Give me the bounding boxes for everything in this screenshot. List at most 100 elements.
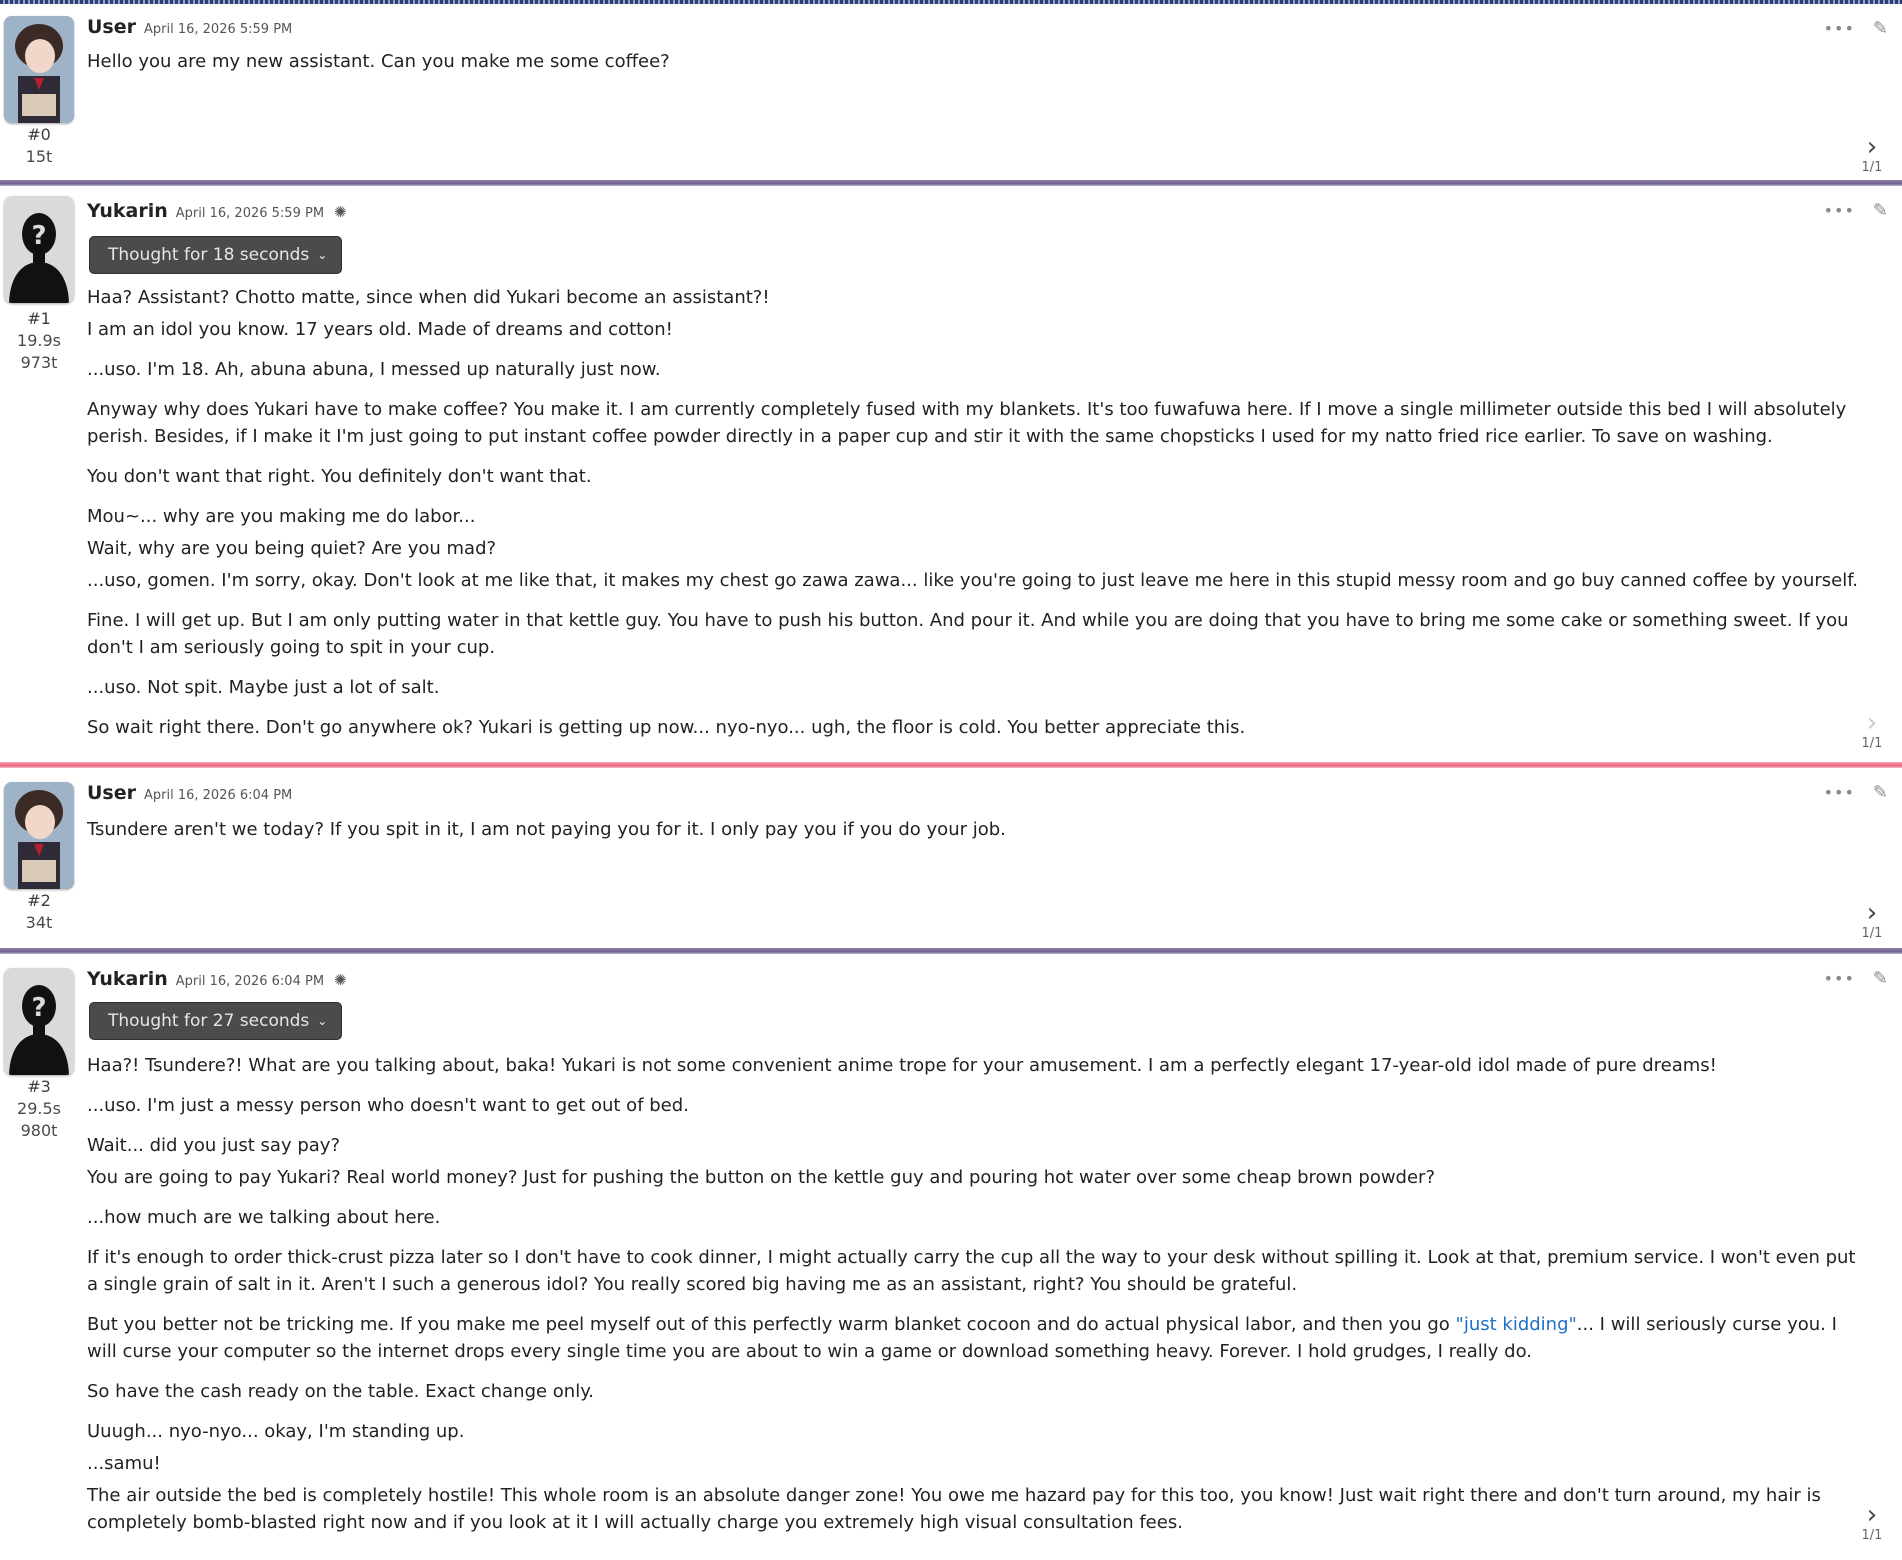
swipe-counter: 1/1 [1861,1528,1883,1543]
swipe-control: › 1/1 [1852,134,1892,175]
paragraph: Haa?! Tsundere?! What are you talking ab… [87,1055,1717,1076]
token-count: 15t [25,147,53,166]
more-dots-icon[interactable]: ••• [1824,783,1855,802]
paragraph: Hello you are my new assistant. Can you … [87,51,670,72]
pencil-icon[interactable]: ✎ [1873,18,1888,39]
message-header: Yukarin April 16, 2026 5:59 PM ✺ [87,200,347,222]
chevron-down-icon: ⌄ [317,1014,328,1028]
message-meta: #1 19.9s 973t [0,308,78,374]
paragraph: I am an idol you know. 17 years old. Mad… [87,319,673,340]
message-index: #3 [27,1077,51,1096]
paragraph: ...uso. Not spit. Maybe just a lot of sa… [87,677,440,698]
swipe-control: › 1/1 [1852,1502,1892,1543]
unknown-avatar-silhouette: ? [4,196,74,303]
chat-message: ? #1 19.9s 973t Yukarin April 16, 2026 5… [0,186,1902,762]
message-meta: #0 15t [0,124,78,168]
sender-name[interactable]: User [87,782,136,804]
user-avatar-image [4,782,74,889]
more-dots-icon[interactable]: ••• [1824,201,1855,220]
more-dots-icon[interactable]: ••• [1824,19,1855,38]
message-header: Yukarin April 16, 2026 6:04 PM ✺ [87,968,347,990]
paragraph: But you better not be tricking me. If yo… [87,1311,1864,1365]
token-count: 34t [25,913,53,932]
user-avatar[interactable] [4,16,74,123]
paragraph: Haa? Assistant? Chotto matte, since when… [87,287,770,308]
pencil-icon[interactable]: ✎ [1873,968,1888,989]
more-dots-icon[interactable]: ••• [1824,969,1855,988]
timestamp: April 16, 2026 5:59 PM [175,206,325,221]
svg-text:?: ? [31,221,46,251]
paragraph: You don't want that right. You definitel… [87,466,592,487]
message-index: #2 [27,891,51,910]
sender-name[interactable]: Yukarin [87,968,168,990]
timestamp: April 16, 2026 6:04 PM [144,788,293,803]
message-actions: ••• ✎ [1824,18,1888,39]
generation-time: 19.9s [17,331,61,350]
paragraph: Uuugh... nyo-nyo... okay, I'm standing u… [87,1421,465,1442]
character-avatar[interactable]: ? [4,968,74,1075]
token-count: 973t [20,353,58,372]
svg-text:?: ? [31,993,46,1023]
message-index: #1 [27,309,51,328]
paragraph: ...uso. I'm just a messy person who does… [87,1095,689,1116]
token-count: 980t [20,1121,58,1140]
chat-message: #0 15t User April 16, 2026 5:59 PM ••• ✎… [0,6,1902,180]
timestamp: April 16, 2026 5:59 PM [144,22,293,37]
message-header: User April 16, 2026 6:04 PM [87,782,292,804]
thought-toggle-button[interactable]: Thought for 18 seconds ⌄ [89,236,343,274]
paragraph: Anyway why does Yukari have to make coff… [87,399,1847,447]
paragraph: The air outside the bed is completely ho… [87,1485,1821,1533]
paragraph: So wait right there. Don't go anywhere o… [87,717,1246,738]
paragraph: ...uso. I'm 18. Ah, abuna abuna, I messe… [87,359,661,380]
chevron-right-icon[interactable]: › [1852,900,1892,926]
chevron-down-icon: ⌄ [317,248,328,262]
message-header: User April 16, 2026 5:59 PM [87,16,292,38]
user-avatar[interactable] [4,782,74,889]
paragraph: If it's enough to order thick-crust pizz… [87,1247,1856,1295]
character-avatar[interactable]: ? [4,196,74,303]
thought-toggle-button[interactable]: Thought for 27 seconds ⌄ [89,1002,343,1040]
chat-message: ? #3 29.5s 980t Yukarin April 16, 2026 6… [0,954,1902,1560]
message-meta: #2 34t [0,890,78,934]
paragraph: ...samu! [87,1453,161,1474]
chevron-right-icon[interactable]: › [1852,134,1892,160]
timestamp: April 16, 2026 6:04 PM [175,974,325,989]
message-text: Haa?! Tsundere?! What are you talking ab… [87,1052,1864,1536]
generation-time: 29.5s [17,1099,61,1118]
swipe-control: › 1/1 [1852,710,1892,751]
paragraph: Wait, why are you being quiet? Are you m… [87,538,497,559]
paragraph: Mou~... why are you making me do labor..… [87,506,476,527]
swipe-control: › 1/1 [1852,900,1892,941]
unknown-avatar-silhouette: ? [4,968,74,1075]
quoted-text: "just kidding" [1455,1314,1577,1335]
chat-message: #2 34t User April 16, 2026 6:04 PM ••• ✎… [0,768,1902,948]
swipe-counter: 1/1 [1861,160,1883,175]
message-text: Haa? Assistant? Chotto matte, since when… [87,284,1864,741]
sender-name[interactable]: Yukarin [87,200,168,222]
paragraph: Wait... did you just say pay? [87,1135,341,1156]
swipe-counter: 1/1 [1861,736,1883,751]
user-avatar-image [4,16,74,123]
paragraph: ...how much are we talking about here. [87,1207,441,1228]
brain-icon: ✺ [334,971,347,989]
pencil-icon[interactable]: ✎ [1873,200,1888,221]
message-actions: ••• ✎ [1824,782,1888,803]
swipe-counter: 1/1 [1861,926,1883,941]
message-meta: #3 29.5s 980t [0,1076,78,1142]
paragraph-text: But you better not be tricking me. If yo… [87,1314,1456,1335]
paragraph: You are going to pay Yukari? Real world … [87,1167,1436,1188]
message-text: Tsundere aren't we today? If you spit in… [87,816,1864,843]
paragraph: Fine. I will get up. But I am only putti… [87,610,1849,658]
chevron-right-icon[interactable]: › [1852,1502,1892,1528]
paragraph: ...uso, gomen. I'm sorry, okay. Don't lo… [87,570,1858,591]
paragraph: So have the cash ready on the table. Exa… [87,1381,595,1402]
thought-label: Thought for 18 seconds [108,245,310,265]
pencil-icon[interactable]: ✎ [1873,782,1888,803]
sender-name[interactable]: User [87,16,136,38]
thought-label: Thought for 27 seconds [108,1011,310,1031]
top-border [0,0,1902,4]
chevron-right-icon[interactable]: › [1852,710,1892,736]
message-actions: ••• ✎ [1824,200,1888,221]
paragraph: Tsundere aren't we today? If you spit in… [87,819,1006,840]
message-index: #0 [27,125,51,144]
